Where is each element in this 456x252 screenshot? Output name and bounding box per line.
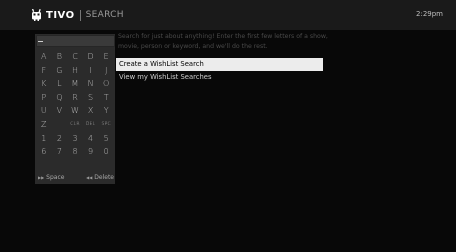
space-hint: ▶▶ Space [38,174,64,181]
key-l[interactable]: L [52,77,68,91]
key-b[interactable]: B [52,50,68,64]
wishlist-menu: Create a WishList Search View my WishList… [116,58,323,84]
keyboard-hints: ▶▶ Space ◀◀ Delete [38,174,114,181]
key-8[interactable]: 8 [67,145,83,159]
key-c[interactable]: C [67,50,83,64]
key-p[interactable]: P [36,91,52,105]
logo-area: TIVO SEARCH [31,8,124,22]
key-d[interactable]: D [83,50,99,64]
key-r[interactable]: R [67,91,83,105]
top-bar: TIVO SEARCH 2:29pm [0,0,456,30]
key-e[interactable]: E [98,50,114,64]
brand-name: TIVO [46,9,75,21]
key-z[interactable]: Z [36,118,52,132]
key-y[interactable]: Y [98,104,114,118]
delete-hint-label: Delete [94,174,114,181]
rewind-icon: ◀◀ [86,175,93,180]
key-x[interactable]: X [83,104,99,118]
search-input[interactable] [36,35,115,47]
key-g[interactable]: G [52,64,68,78]
page-title: SEARCH [85,10,124,20]
key-h[interactable]: H [67,64,83,78]
key-i[interactable]: I [83,64,99,78]
space-hint-label: Space [46,174,65,181]
key-5[interactable]: 5 [98,132,114,146]
tivo-logo-icon [31,9,41,21]
key-m[interactable]: M [67,77,83,91]
key-blank [52,118,68,132]
text-cursor [38,41,43,42]
key-w[interactable]: W [67,104,83,118]
menu-item[interactable]: View my WishList Searches [116,71,323,84]
onscreen-keyboard: A B C D E F G H I J K L M N O P Q R S T U V W X Y Z CLR DEL SPC 1 2 3 4 5… [35,34,115,184]
key-q[interactable]: Q [52,91,68,105]
key-3[interactable]: 3 [67,132,83,146]
key-del[interactable]: DEL [83,118,99,132]
key-f[interactable]: F [36,64,52,78]
delete-hint: ◀◀ Delete [86,174,114,181]
key-o[interactable]: O [98,77,114,91]
key-grid: A B C D E F G H I J K L M N O P Q R S T U V W X Y Z CLR DEL SPC 1 2 3 4 5… [36,50,114,159]
clock: 2:29pm [416,10,443,18]
fast-forward-icon: ▶▶ [38,175,45,180]
key-7[interactable]: 7 [52,145,68,159]
search-instructions: Search for just about anything! Enter th… [118,33,328,50]
key-n[interactable]: N [83,77,99,91]
key-9[interactable]: 9 [83,145,99,159]
key-4[interactable]: 4 [83,132,99,146]
key-v[interactable]: V [52,104,68,118]
key-0[interactable]: 0 [98,145,114,159]
key-spc[interactable]: SPC [98,118,114,132]
key-clr[interactable]: CLR [67,118,83,132]
key-t[interactable]: T [98,91,114,105]
key-s[interactable]: S [83,91,99,105]
header-divider [79,9,81,21]
key-2[interactable]: 2 [52,132,68,146]
key-6[interactable]: 6 [36,145,52,159]
key-k[interactable]: K [36,77,52,91]
menu-item[interactable]: Create a WishList Search [116,58,323,71]
key-j[interactable]: J [98,64,114,78]
key-1[interactable]: 1 [36,132,52,146]
key-u[interactable]: U [36,104,52,118]
key-a[interactable]: A [36,50,52,64]
